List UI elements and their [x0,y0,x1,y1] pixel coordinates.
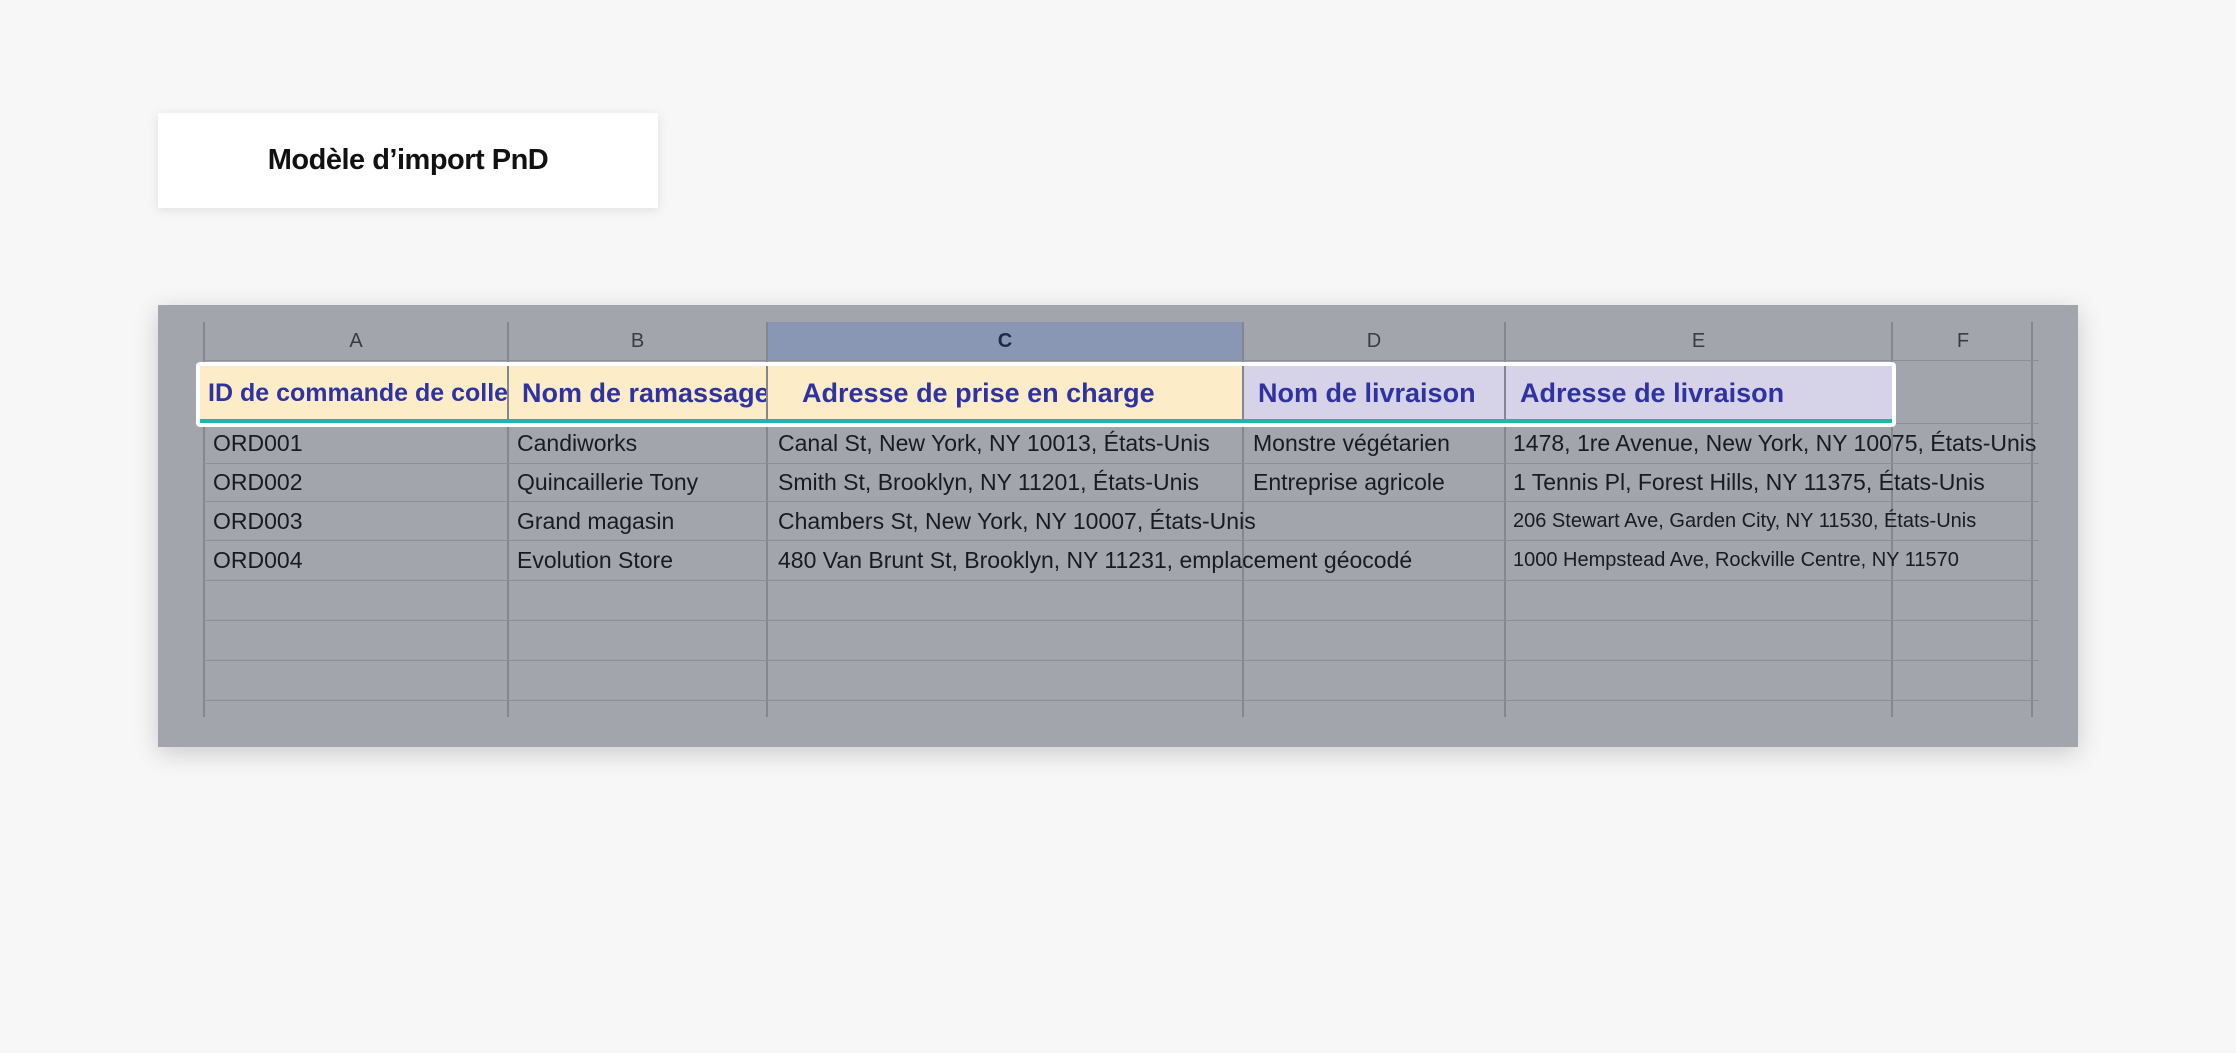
grid-line [2031,322,2033,717]
cell-pickup-address[interactable]: Chambers St, New York, NY 10007, États-U… [778,502,1256,540]
spreadsheet-preview: A B C D E F ID de commande de collecte N… [158,305,2078,747]
cell-pickup-name[interactable]: Grand magasin [517,502,674,540]
header-cell-pickup-id[interactable]: ID de commande de collecte [200,366,507,421]
cell-delivery-address[interactable]: 206 Stewart Ave, Garden City, NY 11530, … [1513,502,1976,540]
cell-delivery-address[interactable]: 1478, 1re Avenue, New York, NY 10075, Ét… [1513,424,2036,462]
grid-line [203,580,2039,581]
grid-line [203,360,2039,361]
column-header-e[interactable]: E [1506,322,1891,360]
cell-id[interactable]: ORD001 [213,424,302,462]
column-header-d[interactable]: D [1244,322,1504,360]
header-cell-pickup-name[interactable]: Nom de ramassage [509,366,766,421]
cell-pickup-name[interactable]: Evolution Store [517,541,673,579]
template-title: Modèle d’import PnD [267,144,549,176]
header-underline [200,419,1892,423]
column-header-b[interactable]: B [509,322,766,360]
grid-line [203,660,2039,661]
cell-pickup-name[interactable]: Candiworks [517,424,637,462]
cell-pickup-name[interactable]: Quincaillerie Tony [517,463,698,501]
cell-delivery-address[interactable]: 1 Tennis Pl, Forest Hills, NY 11375, Éta… [1513,463,1985,501]
column-header-c[interactable]: C [768,322,1242,360]
cell-delivery-name[interactable]: Monstre végétarien [1253,424,1450,462]
spreadsheet-grid: A B C D E F ID de commande de collecte N… [158,305,2078,747]
cell-id[interactable]: ORD002 [213,463,302,501]
header-cell-delivery-address[interactable]: Adresse de livraison [1506,366,1892,421]
grid-line [203,620,2039,621]
header-cell-delivery-name[interactable]: Nom de livraison [1244,366,1504,421]
column-header-f[interactable]: F [1893,322,2033,360]
cell-pickup-address[interactable]: Canal St, New York, NY 10013, États-Unis [778,424,1210,462]
cell-id[interactable]: ORD004 [213,541,302,579]
header-cell-pickup-address[interactable]: Adresse de prise en charge [768,366,1242,421]
cell-delivery-address[interactable]: 1000 Hempstead Ave, Rockville Centre, NY… [1513,541,1959,579]
cell-id[interactable]: ORD003 [213,502,302,540]
header-row: ID de commande de collecte Nom de ramass… [196,362,1896,427]
cell-pickup-address[interactable]: 480 Van Brunt St, Brooklyn, NY 11231, em… [778,541,1412,579]
grid-line [203,700,2039,701]
template-title-card: Modèle d’import PnD [158,113,658,208]
column-header-a[interactable]: A [205,322,507,360]
cell-delivery-name[interactable]: Entreprise agricole [1253,463,1445,501]
cell-pickup-address[interactable]: Smith St, Brooklyn, NY 11201, États-Unis [778,463,1199,501]
